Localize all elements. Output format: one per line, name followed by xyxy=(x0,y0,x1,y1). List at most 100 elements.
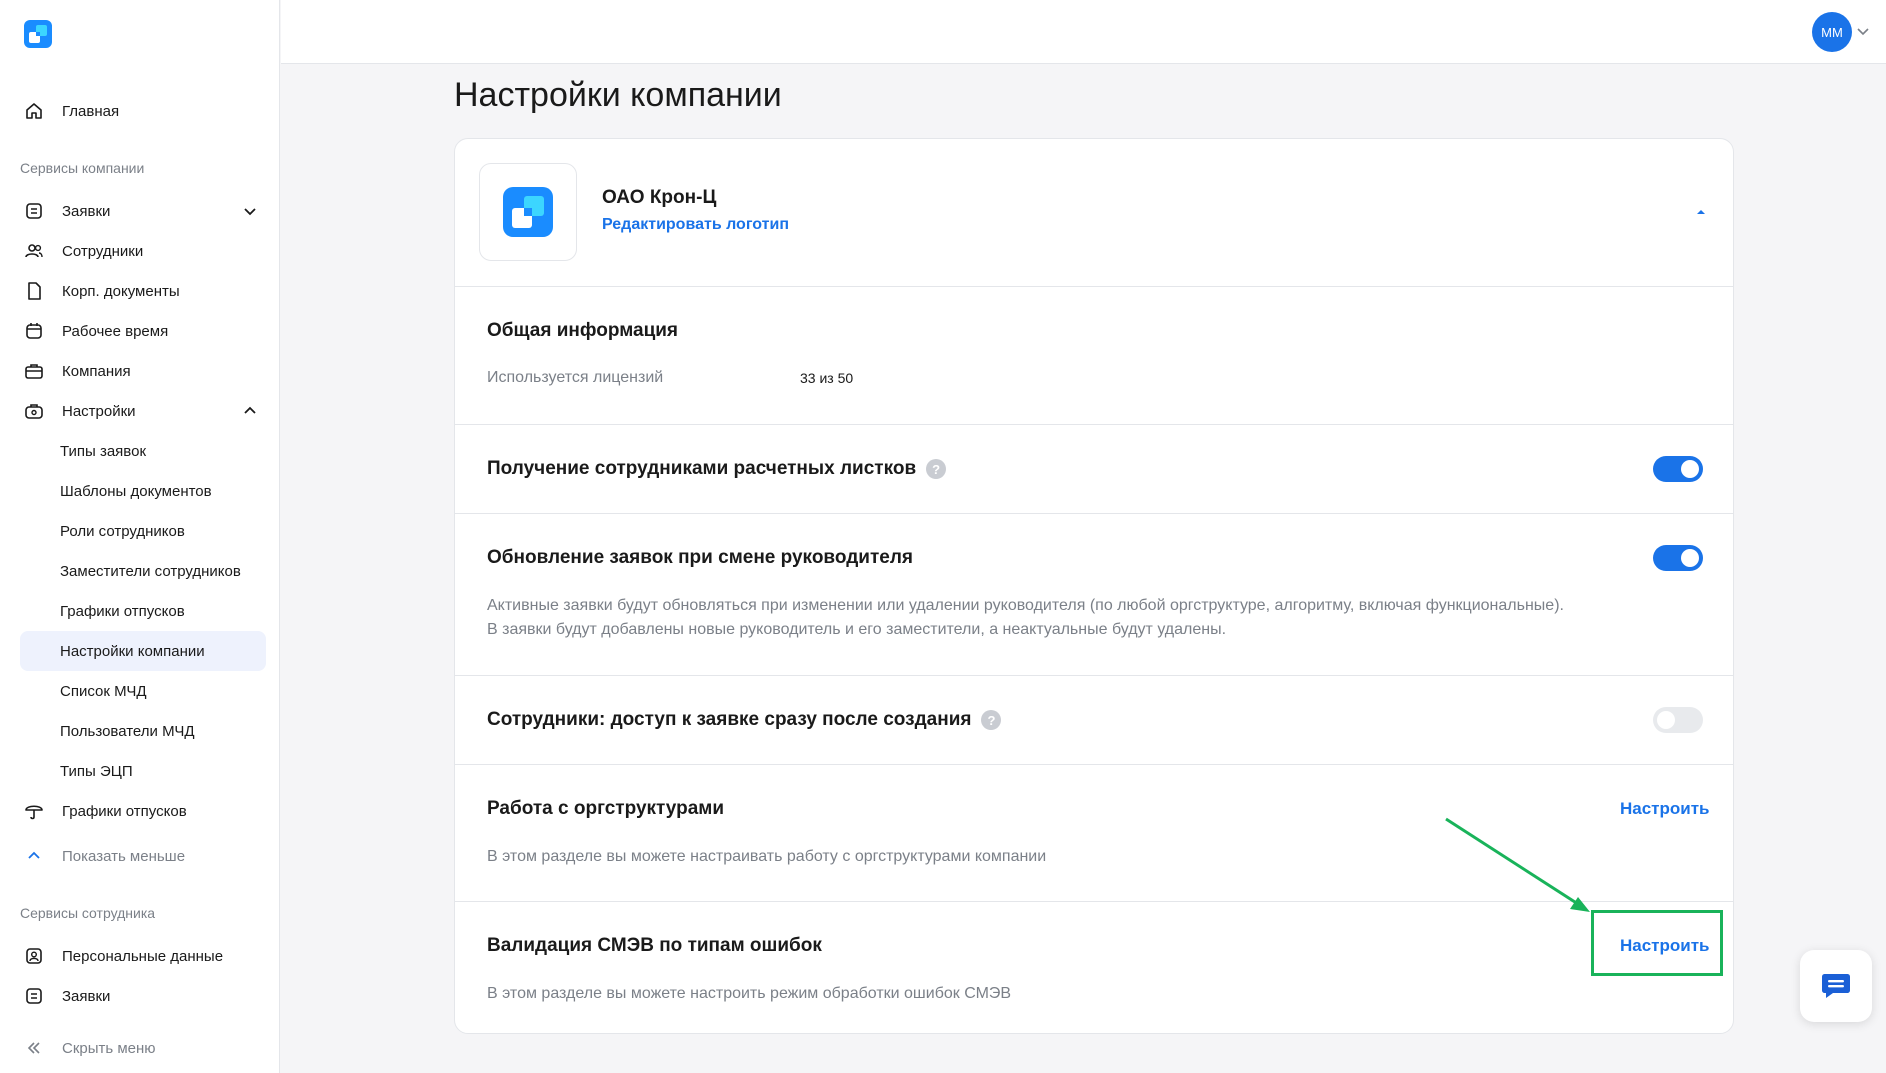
toggle-knob xyxy=(1681,460,1699,478)
calendar-icon xyxy=(22,319,46,343)
umbrella-icon xyxy=(22,799,46,823)
briefcase-icon xyxy=(22,359,46,383)
setting-title-text: Получение сотрудниками расчетных листков xyxy=(487,458,917,479)
nav-sub-mcd-users[interactable]: Пользователи МЧД xyxy=(20,711,266,751)
settings-bag-icon xyxy=(22,399,46,423)
chat-button[interactable] xyxy=(1800,950,1872,1022)
company-settings-card: ОАО Крон-Ц Редактировать логотип Общая и… xyxy=(454,138,1734,1034)
nav-my-requests[interactable]: Заявки xyxy=(20,976,266,1016)
company-name: ОАО Крон-Ц xyxy=(602,187,717,208)
nav-corp-docs-label: Корп. документы xyxy=(62,282,180,300)
employee-services-title: Сервисы сотрудника xyxy=(20,905,156,921)
setting-smev-title: Валидация СМЭВ по типам ошибок xyxy=(487,935,822,956)
top-bar xyxy=(281,0,1886,64)
double-chevron-left-icon xyxy=(22,1036,46,1060)
nav-employees-label: Сотрудники xyxy=(62,242,144,260)
nav-corp-docs[interactable]: Корп. документы xyxy=(20,271,266,311)
general-info-title: Общая информация xyxy=(487,320,679,341)
nav-sub-vacation-schedules[interactable]: Графики отпусков xyxy=(20,591,266,631)
nav-vacation-label: Графики отпусков xyxy=(62,802,187,820)
edit-logo-link[interactable]: Редактировать логотип xyxy=(602,216,789,234)
nav-home[interactable]: Главная xyxy=(20,91,266,131)
nav-sub-label: Пользователи МЧД xyxy=(60,722,195,740)
company-logo-icon xyxy=(503,187,553,237)
nav-sub-deputies[interactable]: Заместители сотрудников xyxy=(20,551,266,591)
setting-payslips: Получение сотрудниками расчетных листков… xyxy=(455,424,1733,513)
nav-sub-employee-roles[interactable]: Роли сотрудников xyxy=(20,511,266,551)
chevron-up-icon[interactable] xyxy=(242,403,258,419)
nav-sub-eds-types[interactable]: Типы ЭЦП xyxy=(20,751,266,791)
setting-title-text: Сотрудники: доступ к заявке сразу после … xyxy=(487,709,972,730)
company-logo xyxy=(479,163,577,261)
setting-update-desc-1: Активные заявки будут обновляться при из… xyxy=(487,597,1564,614)
setting-org-title: Работа с оргструктурами xyxy=(487,798,725,819)
nav-settings[interactable]: Настройки xyxy=(20,391,266,431)
nav-settings-label: Настройки xyxy=(62,402,136,420)
nav-company-label: Компания xyxy=(62,362,131,380)
general-info-section: Общая информация Используется лицензий 3… xyxy=(455,286,1733,424)
hide-menu-label: Скрыть меню xyxy=(62,1039,156,1057)
setting-smev-desc: В этом разделе вы можете настроить режим… xyxy=(487,985,1012,1002)
list-icon xyxy=(22,199,46,223)
people-icon xyxy=(22,239,46,263)
setting-access-title: Сотрудники: доступ к заявке сразу после … xyxy=(487,709,1002,731)
nav-sub-label: Типы ЭЦП xyxy=(60,762,133,780)
nav-sub-label: Заместители сотрудников xyxy=(60,562,241,580)
nav-requests-label: Заявки xyxy=(62,202,111,220)
nav-company[interactable]: Компания xyxy=(20,351,266,391)
nav-sub-label: Типы заявок xyxy=(60,442,147,460)
app-logo-icon[interactable] xyxy=(24,20,52,48)
chevron-down-icon[interactable] xyxy=(242,203,258,219)
company-services-title: Сервисы компании xyxy=(20,160,145,176)
nav-sub-label: Роли сотрудников xyxy=(60,522,185,540)
setting-update-title: Обновление заявок при смене руководителя xyxy=(487,547,913,568)
setting-org-desc: В этом разделе вы можете настраивать раб… xyxy=(487,848,1047,865)
collapse-triangle-icon[interactable] xyxy=(1695,207,1707,215)
help-icon[interactable]: ? xyxy=(926,459,947,479)
setting-payslips-title: Получение сотрудниками расчетных листков… xyxy=(487,458,947,480)
chevron-up-icon xyxy=(22,844,46,868)
nav-sub-label: Список МЧД xyxy=(60,682,147,700)
chevron-down-icon[interactable] xyxy=(1856,24,1870,38)
setting-update-requests: Обновление заявок при смене руководителя… xyxy=(455,513,1733,675)
nav-personal-data[interactable]: Персональные данные xyxy=(20,936,266,976)
nav-sub-request-types[interactable]: Типы заявок xyxy=(20,431,266,471)
show-less-label: Показать меньше xyxy=(62,847,186,865)
setting-org-structures: Работа с оргструктурами Настроить В этом… xyxy=(455,764,1733,901)
help-icon[interactable]: ? xyxy=(981,710,1002,730)
nav-work-time-label: Рабочее время xyxy=(62,322,169,340)
setting-update-desc-2: В заявки будут добавлены новые руководит… xyxy=(487,621,1227,638)
home-icon xyxy=(22,99,46,123)
nav-vacation-schedules[interactable]: Графики отпусков xyxy=(20,791,266,831)
update-requests-toggle[interactable] xyxy=(1653,545,1703,571)
licenses-value: 33 из 50 xyxy=(800,370,854,386)
nav-employees[interactable]: Сотрудники xyxy=(20,231,266,271)
nav-sub-company-settings[interactable]: Настройки компании xyxy=(20,631,266,671)
nav-personal-data-label: Персональные данные xyxy=(62,947,224,965)
employee-access-toggle[interactable] xyxy=(1653,707,1703,733)
payslips-toggle[interactable] xyxy=(1653,456,1703,482)
list-icon xyxy=(22,984,46,1008)
avatar[interactable]: ММ xyxy=(1812,12,1852,52)
nav-sub-doc-templates[interactable]: Шаблоны документов xyxy=(20,471,266,511)
user-card-icon xyxy=(22,944,46,968)
nav-requests[interactable]: Заявки xyxy=(20,191,266,231)
chat-icon xyxy=(1822,974,1850,998)
configure-org-button[interactable]: Настроить xyxy=(1620,799,1710,819)
nav-work-time[interactable]: Рабочее время xyxy=(20,311,266,351)
sidebar: Главная Сервисы компании Заявки Сотрудни… xyxy=(0,0,280,1073)
nav-my-requests-label: Заявки xyxy=(62,987,111,1005)
licenses-label: Используется лицензий xyxy=(487,369,664,386)
toggle-knob xyxy=(1657,711,1675,729)
nav-sub-mcd-list[interactable]: Список МЧД xyxy=(20,671,266,711)
nav-sub-label: Шаблоны документов xyxy=(60,482,212,500)
toggle-knob xyxy=(1681,549,1699,567)
show-less-button[interactable]: Показать меньше xyxy=(20,836,266,876)
setting-smev-validation: Валидация СМЭВ по типам ошибок Настроить… xyxy=(455,901,1733,1033)
nav-sub-label: Настройки компании xyxy=(60,642,205,660)
nav-sub-label: Графики отпусков xyxy=(60,602,185,620)
highlight-box xyxy=(1591,910,1723,976)
setting-employee-access: Сотрудники: доступ к заявке сразу после … xyxy=(455,675,1733,764)
page-title: Настройки компании xyxy=(454,76,782,114)
hide-menu-button[interactable]: Скрыть меню xyxy=(20,1028,266,1068)
